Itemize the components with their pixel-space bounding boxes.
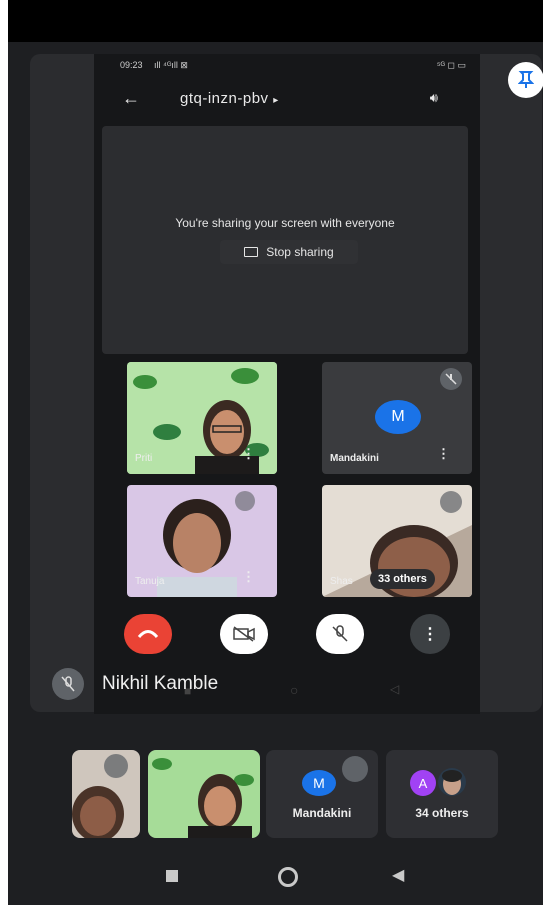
- status-time: 09:23: [120, 60, 143, 70]
- avatar: A: [410, 770, 436, 796]
- nav-back-icon: ◁: [390, 682, 400, 696]
- speaker-icon[interactable]: 🔊︎: [430, 90, 438, 106]
- strip-tile-others[interactable]: A 34 others: [386, 750, 498, 838]
- back-icon[interactable]: ◀: [392, 865, 404, 885]
- status-battery: ⁵ᴳ ◻ ▭: [436, 60, 466, 70]
- tile-name: Tanuja: [135, 576, 165, 587]
- nav-home-icon: ○: [290, 682, 299, 698]
- screen-share-panel: You're sharing your screen with everyone…: [102, 126, 468, 354]
- status-signal: ıll ⁴ᴳıll ⊠: [154, 60, 188, 70]
- camera-toggle-button[interactable]: [220, 614, 268, 654]
- presenter-label: Nikhil Kamble: [52, 668, 218, 700]
- more-options-button[interactable]: ⋮: [410, 614, 450, 654]
- mic-off-icon: [52, 668, 84, 700]
- pin-button[interactable]: [508, 62, 543, 98]
- presenter-name: Nikhil Kamble: [102, 673, 219, 694]
- participant-tile-priti[interactable]: Priti ⋮: [127, 362, 277, 474]
- tile-menu-icon[interactable]: ⋮: [242, 446, 255, 462]
- stop-sharing-button[interactable]: Stop sharing: [220, 240, 358, 264]
- tile-name: Shas: [330, 576, 353, 587]
- tile-name: Mandakini: [292, 806, 352, 820]
- mic-off-icon: [104, 754, 128, 778]
- mic-off-icon: [235, 491, 255, 511]
- priti-strip-video: [148, 750, 260, 838]
- others-count[interactable]: 33 others: [370, 569, 435, 589]
- tile-menu-icon[interactable]: ⋮: [242, 569, 255, 585]
- participant-tile-others[interactable]: Shas 33 others: [322, 485, 472, 597]
- participant-tile-tanuja[interactable]: Tanuja ⋮: [127, 485, 277, 597]
- presentation-tile[interactable]: 09:23 ıll ⁴ᴳıll ⊠ ⁵ᴳ ◻ ▭ ← gtq-inzn-pbv …: [30, 54, 543, 714]
- stop-share-icon: [244, 247, 259, 257]
- avatar: M: [375, 400, 421, 434]
- others-count: 34 others: [415, 806, 469, 820]
- android-nav-bar: ◀: [8, 850, 543, 905]
- participant-photo-avatar: [438, 768, 466, 796]
- strip-tile-self[interactable]: [72, 750, 140, 838]
- app-frame: 09:23 ıll ⁴ᴳıll ⊠ ⁵ᴳ ◻ ▭ ← gtq-inzn-pbv …: [8, 0, 543, 905]
- tile-name: Mandakini: [330, 453, 379, 464]
- share-message: You're sharing your screen with everyone: [175, 216, 395, 230]
- strip-tile-priti[interactable]: [148, 750, 260, 838]
- meeting-code[interactable]: gtq-inzn-pbv ▸: [180, 90, 279, 107]
- strip-tile-mandakini[interactable]: M Mandakini: [266, 750, 378, 838]
- avatar: M: [302, 770, 336, 796]
- tile-menu-icon[interactable]: ⋮: [437, 446, 450, 462]
- mic-off-icon: [440, 491, 462, 513]
- home-icon[interactable]: [278, 867, 298, 887]
- participant-tile-mandakini[interactable]: M Mandakini ⋮: [322, 362, 472, 474]
- mic-off-icon: [342, 756, 368, 782]
- tile-name: Priti: [135, 453, 153, 464]
- top-bar: [8, 0, 543, 42]
- stop-sharing-label: Stop sharing: [266, 245, 334, 259]
- end-call-button[interactable]: [124, 614, 172, 654]
- mic-off-icon: [440, 368, 462, 390]
- pin-icon: [518, 71, 534, 88]
- back-arrow-icon[interactable]: ←: [122, 88, 140, 109]
- mic-off-icon: [332, 625, 348, 642]
- camera-off-icon: [233, 626, 255, 642]
- end-call-icon: [137, 630, 159, 639]
- mic-toggle-button[interactable]: [316, 614, 364, 654]
- recents-icon[interactable]: [166, 870, 178, 882]
- shared-phone-screen: 09:23 ıll ⁴ᴳıll ⊠ ⁵ᴳ ◻ ▭ ← gtq-inzn-pbv …: [94, 54, 480, 714]
